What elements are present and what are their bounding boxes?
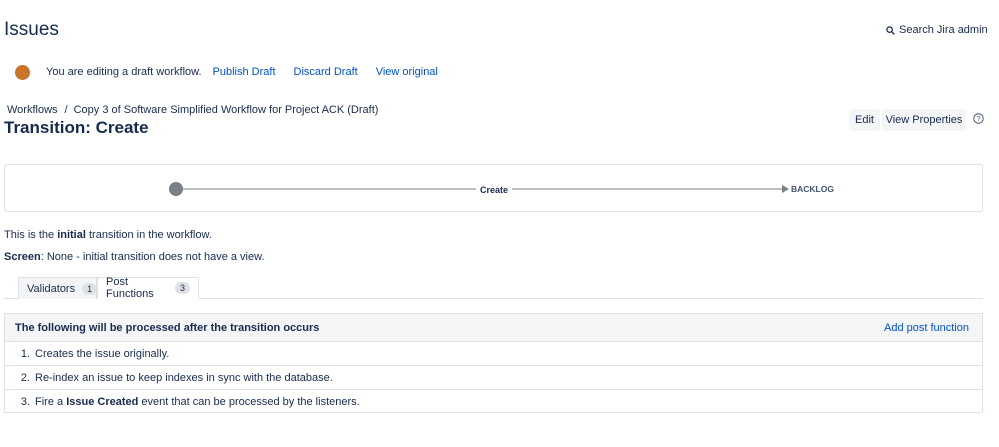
publish-draft-link[interactable]: Publish Draft: [213, 66, 276, 78]
transition-title: Transition: Create: [4, 118, 149, 137]
tab-validators-count: 1: [82, 282, 98, 295]
transition-diagram: Create BACKLOG: [4, 164, 983, 212]
row-text-pre: Fire a: [35, 396, 67, 408]
row-text: Creates the issue originally.: [35, 347, 170, 360]
svg-text:?: ?: [976, 114, 980, 123]
initial-node: [169, 182, 183, 196]
screen-label: Screen: [4, 251, 41, 263]
event-name: Issue Created: [66, 396, 139, 408]
post-functions-heading: The following will be processed after th…: [15, 322, 320, 334]
post-functions-table: The following will be processed after th…: [4, 313, 983, 413]
row-number: 1.: [20, 347, 30, 360]
tab-post-functions-count: 3: [174, 282, 190, 294]
row-text-post: event that can be processed by the liste…: [138, 396, 360, 408]
table-row: 1. Creates the issue originally.: [5, 342, 982, 366]
page-title: Issues: [4, 19, 59, 40]
view-original-link[interactable]: View original: [376, 66, 438, 78]
description-prefix: This is the: [4, 229, 58, 241]
transition-description: This is the initial transition in the wo…: [4, 229, 212, 241]
row-number: 3.: [20, 396, 30, 408]
search-jira-admin-button[interactable]: Search Jira admin: [886, 24, 988, 36]
tab-validators[interactable]: Validators 1: [18, 277, 98, 299]
screen-info: Screen: None - initial transition does n…: [4, 251, 265, 263]
search-icon: [886, 25, 895, 35]
draft-workflow-bar: You are editing a draft workflow. Publis…: [15, 64, 456, 80]
breadcrumb-workflows[interactable]: Workflows: [7, 104, 58, 116]
target-status-backlog: BACKLOG: [791, 184, 834, 194]
table-row: 2. Re-index an issue to keep indexes in …: [5, 366, 982, 390]
post-functions-header: The following will be processed after th…: [5, 314, 982, 342]
tab-post-functions[interactable]: Post Functions 3: [97, 276, 199, 300]
row-text: Re-index an issue to keep indexes in syn…: [35, 371, 333, 384]
table-row: 3. Fire a Issue Created event that can b…: [5, 390, 982, 414]
description-suffix: transition in the workflow.: [85, 229, 212, 241]
breadcrumb-separator: /: [64, 104, 68, 116]
help-icon[interactable]: ?: [973, 113, 984, 124]
arrow-head-icon: [782, 185, 789, 193]
draft-status-dot: [15, 64, 30, 80]
view-properties-button[interactable]: View Properties: [882, 109, 966, 131]
tab-post-functions-label: Post Functions: [106, 276, 154, 300]
breadcrumb-current[interactable]: Copy 3 of Software Simplified Workflow f…: [74, 104, 379, 116]
tab-validators-label: Validators: [27, 282, 76, 295]
row-number: 2.: [20, 371, 30, 384]
search-jira-admin-label: Search Jira admin: [899, 24, 988, 36]
discard-draft-link[interactable]: Discard Draft: [294, 66, 358, 78]
add-post-function-link[interactable]: Add post function: [884, 322, 969, 334]
description-bold: initial: [57, 229, 86, 241]
draft-message: You are editing a draft workflow.: [46, 66, 202, 78]
row-text: Fire a Issue Created event that can be p…: [35, 396, 360, 408]
breadcrumb: Workflows / Copy 3 of Software Simplified …: [7, 104, 378, 116]
edit-button[interactable]: Edit: [849, 109, 880, 131]
screen-value: : None - initial transition does not hav…: [40, 251, 265, 263]
transition-label: Create: [480, 185, 508, 195]
